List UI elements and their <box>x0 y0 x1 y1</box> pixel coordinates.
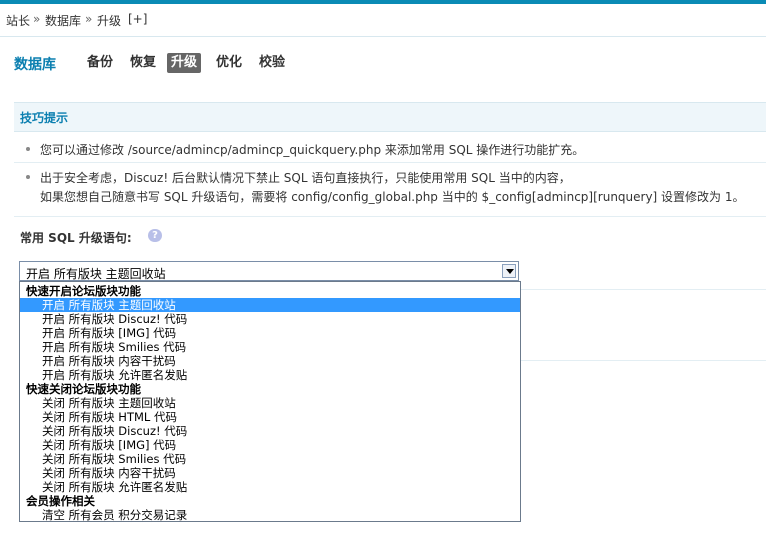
question-icon[interactable]: ? <box>148 229 162 242</box>
option-item[interactable]: 关闭 所有版块 [IMG] 代码 <box>20 438 520 452</box>
option-item[interactable]: 关闭 所有版块 允许匿名发贴 <box>20 480 520 494</box>
option-item[interactable]: 关闭 所有版块 主题回收站 <box>20 396 520 410</box>
bullet-icon <box>26 147 30 151</box>
sql-select-label: 常用 SQL 升级语句: <box>20 231 132 245</box>
tab-upgrade[interactable]: 升级 <box>167 53 202 73</box>
option-item[interactable]: 开启 所有版块 Smilies 代码 <box>20 340 520 354</box>
add-shortcut-link[interactable]: [+] <box>128 12 147 26</box>
divider <box>519 360 766 361</box>
option-item[interactable]: 开启 所有版块 允许匿名发贴 <box>20 368 520 382</box>
option-item[interactable]: 开启 所有版块 Discuz! 代码 <box>20 312 520 326</box>
tab-restore[interactable]: 恢复 <box>126 53 160 73</box>
divider <box>14 216 766 217</box>
dropdown-option-list: 快速开启论坛版块功能 开启 所有版块 主题回收站 开启 所有版块 Discuz!… <box>19 281 521 522</box>
option-group-label: 快速关闭论坛版块功能 <box>26 382 141 396</box>
tip-text-3: 如果您想自己随意书写 SQL 升级语句，需要将 config/config_gl… <box>40 190 745 204</box>
breadcrumb-separator: » <box>33 12 41 26</box>
option-item[interactable]: 开启 所有版块 [IMG] 代码 <box>20 326 520 340</box>
divider <box>519 289 766 290</box>
tab-backup[interactable]: 备份 <box>83 53 117 73</box>
tip-text-1: 您可以通过修改 /source/admincp/admincp_quickque… <box>40 143 585 157</box>
breadcrumb: 站长 » 数据库 » 升级 [+] <box>0 4 766 37</box>
bullet-icon <box>26 175 30 179</box>
option-item[interactable]: 清空 所有会员 积分交易记录 <box>20 508 520 521</box>
breadcrumb-separator: » <box>85 12 93 26</box>
option-item[interactable]: 关闭 所有版块 HTML 代码 <box>20 410 520 424</box>
tip-text-2: 出于安全考虑，Discuz! 后台默认情况下禁止 SQL 语句直接执行，只能使用… <box>40 171 571 185</box>
breadcrumb-item-admin[interactable]: 站长 <box>6 12 30 29</box>
divider <box>14 162 766 163</box>
sql-select-dropdown[interactable]: 开启 所有版块 主题回收站 <box>19 261 519 281</box>
tips-title: 技巧提示 <box>20 111 69 125</box>
option-item[interactable]: 开启 所有版块 主题回收站 <box>20 298 520 312</box>
selected-value: 开启 所有版块 主题回收站 <box>26 267 166 281</box>
page-title: 数据库 <box>14 57 56 73</box>
option-group-label: 会员操作相关 <box>26 494 95 508</box>
breadcrumb-item-upgrade: 升级 <box>97 14 122 28</box>
tab-optimize[interactable]: 优化 <box>212 53 246 73</box>
option-item[interactable]: 关闭 所有版块 Smilies 代码 <box>20 452 520 466</box>
tips-header: 技巧提示 <box>14 102 766 132</box>
tab-bar: 数据库 备份 恢复 升级 优化 校验 <box>0 48 766 78</box>
chevron-down-icon[interactable] <box>502 264 516 278</box>
option-group-label: 快速开启论坛版块功能 <box>26 284 141 298</box>
option-item[interactable]: 关闭 所有版块 Discuz! 代码 <box>20 424 520 438</box>
option-item[interactable]: 关闭 所有版块 内容干扰码 <box>20 466 520 480</box>
tab-verify[interactable]: 校验 <box>255 53 289 73</box>
option-item[interactable]: 开启 所有版块 内容干扰码 <box>20 354 520 368</box>
breadcrumb-item-database[interactable]: 数据库 <box>45 12 81 29</box>
